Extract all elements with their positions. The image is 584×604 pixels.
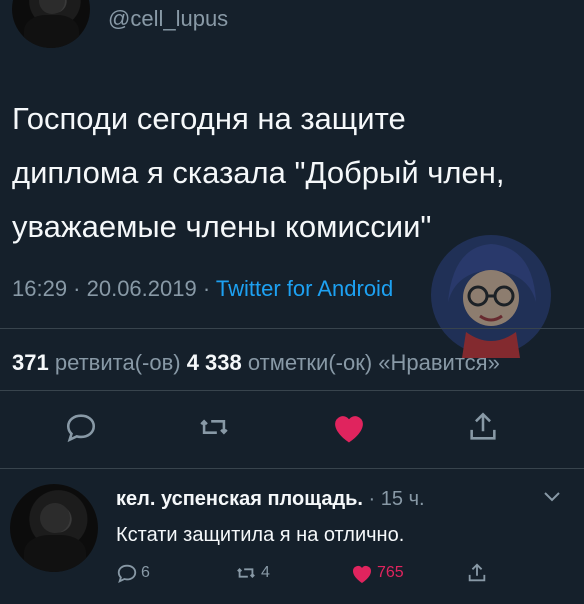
reply-icon[interactable] <box>64 410 98 444</box>
reply-reply-button[interactable]: 6 <box>116 562 150 584</box>
retweet-count: 4 <box>261 564 270 581</box>
retweets-count[interactable]: 371 <box>12 350 49 375</box>
tweet-source[interactable]: Twitter for Android <box>216 276 393 301</box>
tweet-text: Господи сегодня на защите диплома я сказ… <box>12 101 505 244</box>
reply-share-button[interactable] <box>466 562 488 584</box>
reply-text: Кстати защитила я на отлично. <box>116 524 405 546</box>
heart-icon <box>353 566 371 583</box>
avatar-body <box>24 15 80 48</box>
reply-count: 6 <box>141 564 150 581</box>
reply-author-avatar[interactable] <box>10 484 98 572</box>
likes-label[interactable]: отметки(-ок) «Нравится» <box>242 350 500 375</box>
tweet-action-bar <box>0 410 584 454</box>
share-icon <box>468 563 486 582</box>
reply-timestamp[interactable]: · 15 ч. <box>363 488 425 510</box>
tweet-timestamp: 16:29 · 20.06.2019 · <box>12 276 216 301</box>
avatar-head <box>39 503 70 534</box>
sticker-watermark <box>431 235 551 358</box>
divider <box>0 328 584 329</box>
reply-action-bar: 6 4 765 <box>0 562 584 592</box>
chevron-down-icon[interactable] <box>542 490 562 504</box>
divider <box>0 468 584 469</box>
reply-icon <box>117 564 137 583</box>
share-icon[interactable] <box>466 410 500 444</box>
heart-icon[interactable] <box>330 410 368 444</box>
divider <box>0 390 584 391</box>
author-avatar[interactable] <box>12 0 90 48</box>
reply-header: кел. успенская площадь. · 15 ч. <box>116 488 425 511</box>
retweets-label[interactable]: ретвита(-ов) <box>49 350 187 375</box>
reply-like-button[interactable]: 765 <box>350 562 404 584</box>
retweet-icon <box>237 568 255 578</box>
tweet-meta: 16:29 · 20.06.2019 · Twitter for Android <box>12 276 393 302</box>
like-count: 765 <box>377 564 404 581</box>
author-handle[interactable]: @cell_lupus <box>108 6 228 32</box>
reply-retweet-button[interactable]: 4 <box>234 562 270 584</box>
tweet-stats: 371 ретвита(-ов) 4 338 отметки(-ок) «Нра… <box>12 350 500 376</box>
likes-count[interactable]: 4 338 <box>187 350 242 375</box>
avatar-head <box>38 0 66 14</box>
retweet-icon[interactable] <box>196 410 232 444</box>
reply-author-name[interactable]: кел. успенская площадь. <box>116 488 363 510</box>
